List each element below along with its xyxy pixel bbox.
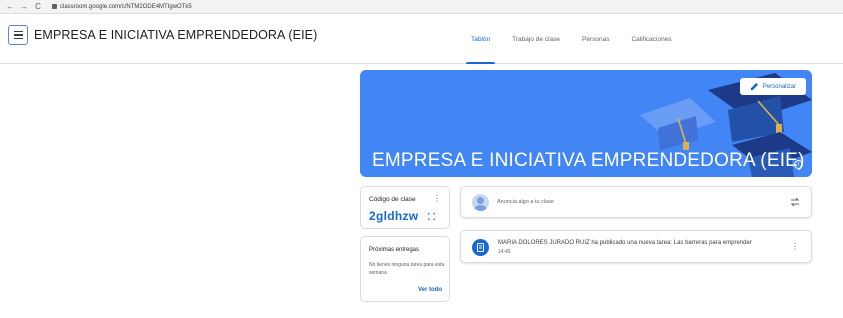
hamburger-menu-icon[interactable] [8, 25, 28, 45]
browser-toolbar: ← → C classroom.google.com/c/NTM2ODE4MTI… [0, 0, 843, 14]
more-vert-icon[interactable]: ⋮ [433, 194, 441, 203]
banner-title: EMPRESA E INICIATIVA EMPRENDEDORA (EIE) [372, 150, 805, 171]
tab-classwork[interactable]: Trabajo de clase [501, 14, 571, 64]
upcoming-title: Próximas entregas [369, 247, 420, 253]
assignment-icon [472, 239, 489, 256]
view-all-link[interactable]: Ver todo [418, 287, 442, 293]
post-text: MARIA DOLORES JURADO RUIZ ha publicado u… [498, 240, 752, 246]
class-title[interactable]: EMPRESA E INICIATIVA EMPRENDEDORA (EIE) [34, 28, 317, 42]
upcoming-card: Próximas entregas No tienes ninguna tare… [360, 236, 450, 302]
upcoming-empty-text: No tienes ninguna tarea para esta semana [369, 262, 445, 276]
announce-box[interactable]: Anuncia algo a tu clase [460, 186, 812, 218]
lock-icon [52, 4, 57, 9]
info-icon[interactable]: i [794, 160, 803, 169]
pencil-icon [750, 82, 758, 91]
back-arrow-icon[interactable]: ← [6, 2, 14, 12]
forward-arrow-icon[interactable]: → [20, 2, 28, 12]
address-bar[interactable]: classroom.google.com/c/NTM2ODE4MTIgwOTk5 [52, 4, 192, 10]
tab-grades[interactable]: Calificaciones [620, 14, 682, 64]
avatar [472, 194, 489, 211]
repost-icon[interactable] [789, 196, 801, 208]
class-code-label: Código de clase [369, 196, 416, 203]
tab-stream[interactable]: Tablón [460, 14, 501, 64]
class-tabs: Tablón Trabajo de clase Personas Calific… [460, 14, 683, 64]
reload-icon[interactable]: C [34, 2, 42, 12]
fullscreen-icon[interactable] [428, 213, 435, 220]
class-code-card: Código de clase ⋮ 2gldhzw [360, 186, 450, 229]
stream-post[interactable]: MARIA DOLORES JURADO RUIZ ha publicado u… [460, 230, 812, 263]
address-bar-url: classroom.google.com/c/NTM2ODE4MTIgwOTk5 [60, 3, 192, 10]
more-vert-icon[interactable]: ⋮ [791, 242, 799, 251]
announce-placeholder: Anuncia algo a tu clase [497, 199, 554, 205]
class-banner: EMPRESA E INICIATIVA EMPRENDEDORA (EIE) … [360, 70, 812, 177]
customize-button[interactable]: Personalizar [740, 78, 806, 95]
customize-button-label: Personalizar [762, 83, 797, 90]
post-time: 14:45 [498, 249, 511, 255]
class-code-value: 2gldhzw [369, 209, 419, 223]
tab-people[interactable]: Personas [571, 14, 620, 64]
